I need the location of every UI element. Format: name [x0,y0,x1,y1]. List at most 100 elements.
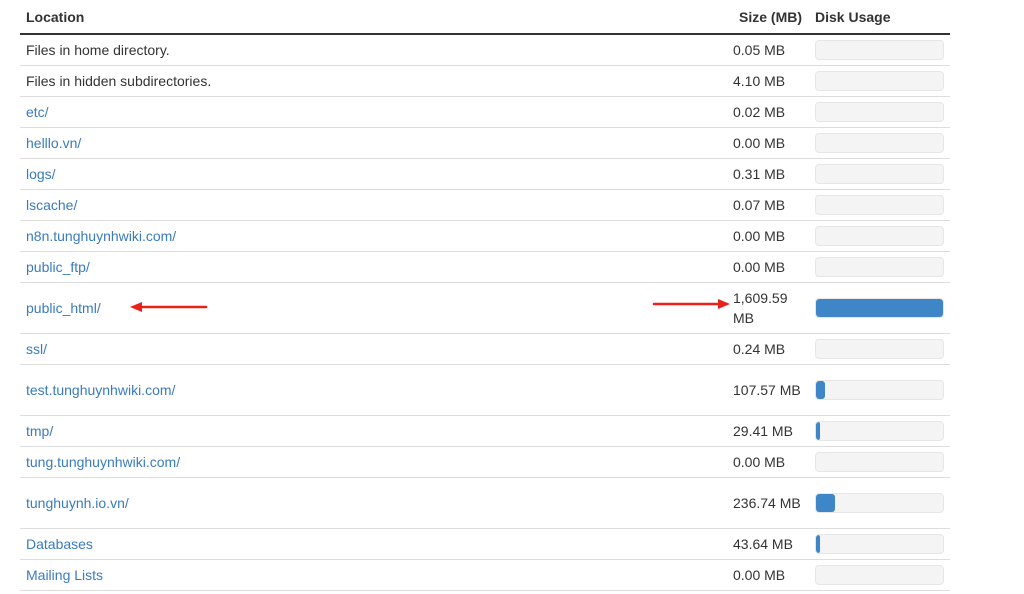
size-cell: 0.00 MB [733,251,815,283]
location-link[interactable]: tmp/ [26,423,53,439]
size-cell: 0.24 MB [733,333,815,365]
disk-usage-bar [815,256,944,277]
disk-usage-cell [815,446,950,478]
disk-usage-bar [815,451,944,472]
location-cell: tunghuynh.io.vn/ [20,477,733,529]
location-cell: Mailing Lists [20,559,733,591]
location-link[interactable]: logs/ [26,166,56,182]
location-link[interactable]: helllo.vn/ [26,135,81,151]
disk-usage-bar [815,194,944,215]
location-cell: etc/ [20,96,733,128]
location-cell: public_html/ [20,282,733,334]
table-row: Files in hidden subdirectories. 4.10 MB [20,65,950,97]
disk-usage-column-header: Disk Usage [815,0,950,35]
disk-usage-bar [815,132,944,153]
disk-usage-bar [815,70,944,91]
disk-usage-bar [815,420,944,441]
location-link[interactable]: tunghuynh.io.vn/ [26,495,129,511]
table-row: logs/0.31 MB [20,158,950,190]
location-link[interactable]: test.tunghuynhwiki.com/ [26,382,175,398]
size-cell: 236.74 MB [733,477,815,529]
location-cell: tmp/ [20,415,733,447]
location-label: Files in hidden subdirectories. [26,72,212,89]
disk-usage-bar-fill [816,493,835,512]
disk-usage-bar [815,338,944,359]
disk-usage-cell [815,220,950,252]
size-cell: 43.64 MB [733,528,815,560]
table-row: public_ftp/0.00 MB [20,251,950,283]
disk-usage-bar [815,533,944,554]
location-link[interactable]: ssl/ [26,341,47,357]
size-cell: 0.31 MB [733,158,815,190]
disk-usage-bar [815,564,944,585]
disk-usage-cell [815,189,950,221]
size-cell: 29.41 MB [733,415,815,447]
size-cell: 1,609.59 MB [733,282,815,334]
annotation-arrow-left-icon [130,302,208,312]
disk-usage-bar [815,101,944,122]
disk-usage-bar [815,225,944,246]
table-row: test.tunghuynhwiki.com/107.57 MB [20,364,950,416]
location-label: Files in home directory. [26,41,170,58]
disk-usage-bar-fill [816,298,943,317]
disk-usage-cell [815,127,950,159]
size-cell: 0.00 MB [733,127,815,159]
location-link[interactable]: lscache/ [26,197,77,213]
disk-usage-bar [815,379,944,400]
disk-usage-bar [815,39,944,60]
disk-usage-bar-fill [816,421,820,440]
table-row: Files in home directory. 0.05 MB [20,34,950,66]
location-cell: public_ftp/ [20,251,733,283]
table-row: ssl/0.24 MB [20,333,950,365]
table-row: n8n.tunghuynhwiki.com/0.00 MB [20,220,950,252]
disk-usage-bar [815,492,944,513]
size-column-header[interactable]: Size (MB) [733,0,815,35]
size-cell: 0.05 MB [733,34,815,66]
size-cell: 0.07 MB [733,189,815,221]
table-header-row: Location Size (MB) Disk Usage [20,0,950,35]
location-link[interactable]: public_ftp/ [26,259,90,275]
location-cell: n8n.tunghuynhwiki.com/ [20,220,733,252]
location-cell: Files in home directory. [20,34,733,66]
disk-usage-bar [815,297,944,318]
table-row: Databases 43.64 MB [20,528,950,560]
location-link[interactable]: tung.tunghuynhwiki.com/ [26,454,180,470]
disk-usage-cell [815,364,950,416]
location-column-header[interactable]: Location [20,0,733,35]
disk-usage-table: Location Size (MB) Disk Usage Files in h… [20,0,950,591]
annotation-arrow-right-icon [652,299,730,309]
disk-usage-cell [815,282,950,334]
table-row: helllo.vn/0.00 MB [20,127,950,159]
size-cell: 107.57 MB [733,364,815,416]
disk-usage-cell [815,65,950,97]
location-link[interactable]: Databases [26,536,93,552]
disk-usage-cell [815,559,950,591]
location-link[interactable]: n8n.tunghuynhwiki.com/ [26,228,176,244]
location-cell: tung.tunghuynhwiki.com/ [20,446,733,478]
location-cell: Files in hidden subdirectories. [20,65,733,97]
disk-usage-panel: Location Size (MB) Disk Usage Files in h… [20,0,950,591]
location-cell: ssl/ [20,333,733,365]
disk-usage-cell [815,34,950,66]
disk-usage-cell [815,158,950,190]
location-link[interactable]: public_html/ [26,300,101,316]
table-row: etc/0.02 MB [20,96,950,128]
size-cell: 0.00 MB [733,220,815,252]
disk-usage-cell [815,528,950,560]
table-row: lscache/0.07 MB [20,189,950,221]
table-row: tmp/29.41 MB [20,415,950,447]
disk-usage-bar-fill [816,534,820,553]
disk-usage-cell [815,251,950,283]
size-cell: 0.00 MB [733,446,815,478]
table-row: tunghuynh.io.vn/236.74 MB [20,477,950,529]
disk-usage-cell [815,477,950,529]
table-row: Mailing Lists 0.00 MB [20,559,950,591]
disk-usage-bar-fill [816,380,825,399]
location-cell: lscache/ [20,189,733,221]
disk-usage-cell [815,333,950,365]
disk-usage-cell [815,96,950,128]
location-link[interactable]: etc/ [26,104,49,120]
location-link[interactable]: Mailing Lists [26,567,103,583]
size-cell: 0.00 MB [733,559,815,591]
disk-usage-cell [815,415,950,447]
